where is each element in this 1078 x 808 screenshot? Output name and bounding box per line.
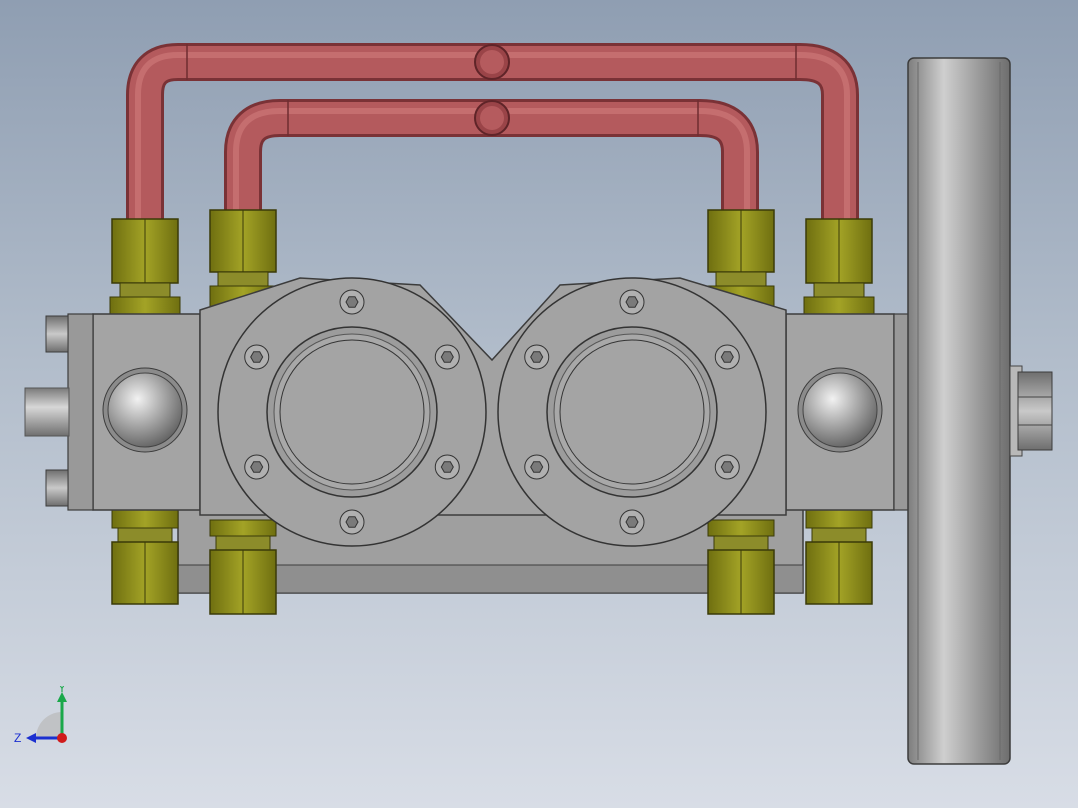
bolt-socket	[625, 296, 639, 308]
bolt-socket	[720, 351, 734, 363]
bolt-socket	[250, 351, 264, 363]
bolt-socket	[720, 461, 734, 473]
fitting-bottom-outer-left[interactable]	[111, 509, 179, 605]
fitting-bottom-inner-right[interactable]	[707, 519, 775, 615]
bolt-socket	[625, 516, 639, 528]
flywheel[interactable]	[907, 57, 1011, 765]
valve-block-right[interactable]	[785, 313, 920, 511]
reference-triad: Y Z	[14, 686, 67, 745]
flywheel-hub-nut[interactable]	[1009, 365, 1053, 457]
bolt-socket	[440, 351, 454, 363]
cylinder-right[interactable]	[497, 277, 767, 547]
z-axis-label: Z	[14, 731, 21, 745]
model-view[interactable]	[0, 0, 1078, 808]
graphics-viewport[interactable]: Y Z	[0, 0, 1078, 808]
bolt-socket	[530, 351, 544, 363]
bolt-socket	[250, 461, 264, 473]
inner-pipe[interactable]	[224, 99, 759, 215]
y-axis-label: Y	[58, 686, 66, 695]
bolt-socket	[345, 296, 359, 308]
fitting-bottom-outer-right[interactable]	[805, 509, 873, 605]
bolt-socket	[345, 516, 359, 528]
bolt-socket	[530, 461, 544, 473]
fitting-top-outer-left[interactable]	[109, 218, 181, 316]
cylinder-left[interactable]	[217, 277, 487, 547]
x-axis-dot	[57, 733, 67, 743]
fitting-top-outer-right[interactable]	[803, 218, 875, 316]
bolt-socket	[440, 461, 454, 473]
valve-block-left[interactable]	[67, 313, 201, 511]
shaft-stub[interactable]	[24, 387, 70, 437]
fitting-bottom-inner-left[interactable]	[209, 519, 277, 615]
